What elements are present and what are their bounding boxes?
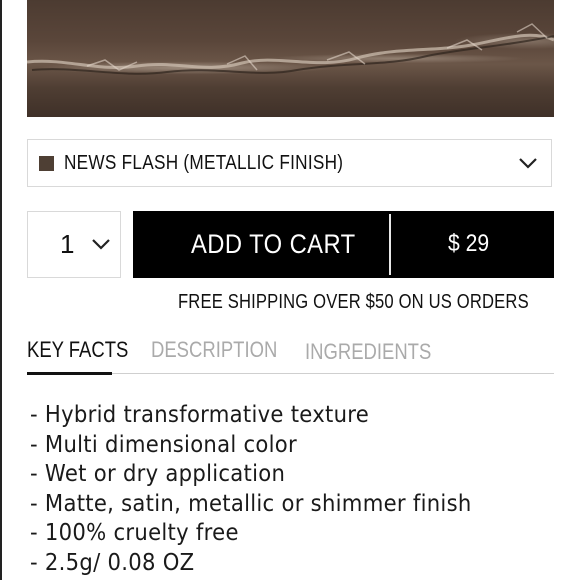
chevron-down-icon[interactable]	[518, 157, 538, 170]
list-item: - Hybrid transformative texture	[30, 402, 370, 428]
list-item: - Wet or dry application	[30, 461, 286, 487]
shade-select[interactable]: NEWS FLASH (METALLIC FINISH)	[27, 139, 552, 187]
tab-key-facts[interactable]: KEY FACTS	[27, 337, 128, 363]
active-tab-indicator	[27, 372, 112, 375]
tab-description[interactable]: DESCRIPTION	[151, 337, 277, 363]
list-item: - Matte, satin, metallic or shimmer fini…	[30, 490, 472, 517]
button-divider	[389, 214, 391, 275]
shipping-note: FREE SHIPPING OVER $50 ON US ORDERS	[178, 291, 529, 313]
quantity-select[interactable]: 1	[27, 211, 121, 278]
tab-ingredients[interactable]: INGREDIENTS	[305, 339, 431, 365]
page-left-edge	[0, 0, 2, 580]
product-swatch-image	[27, 0, 554, 117]
add-to-cart-label: ADD TO CART	[191, 229, 356, 259]
shade-name: NEWS FLASH (METALLIC FINISH)	[64, 151, 344, 174]
add-to-cart-button[interactable]: ADD TO CART $ 29	[133, 211, 554, 278]
chevron-down-icon[interactable]	[91, 238, 111, 251]
price: $ 29	[448, 230, 490, 257]
list-item: - 2.5g/ 0.08 OZ	[30, 549, 195, 576]
list-item: - 100% cruelty free	[30, 520, 239, 546]
shade-color-chip	[39, 155, 54, 171]
list-item: - Multi dimensional color	[30, 431, 298, 458]
quantity-value: 1	[60, 229, 75, 259]
swatch-texture	[27, 23, 554, 75]
key-facts-list: - Hybrid transformative texture - Multi …	[30, 401, 510, 578]
